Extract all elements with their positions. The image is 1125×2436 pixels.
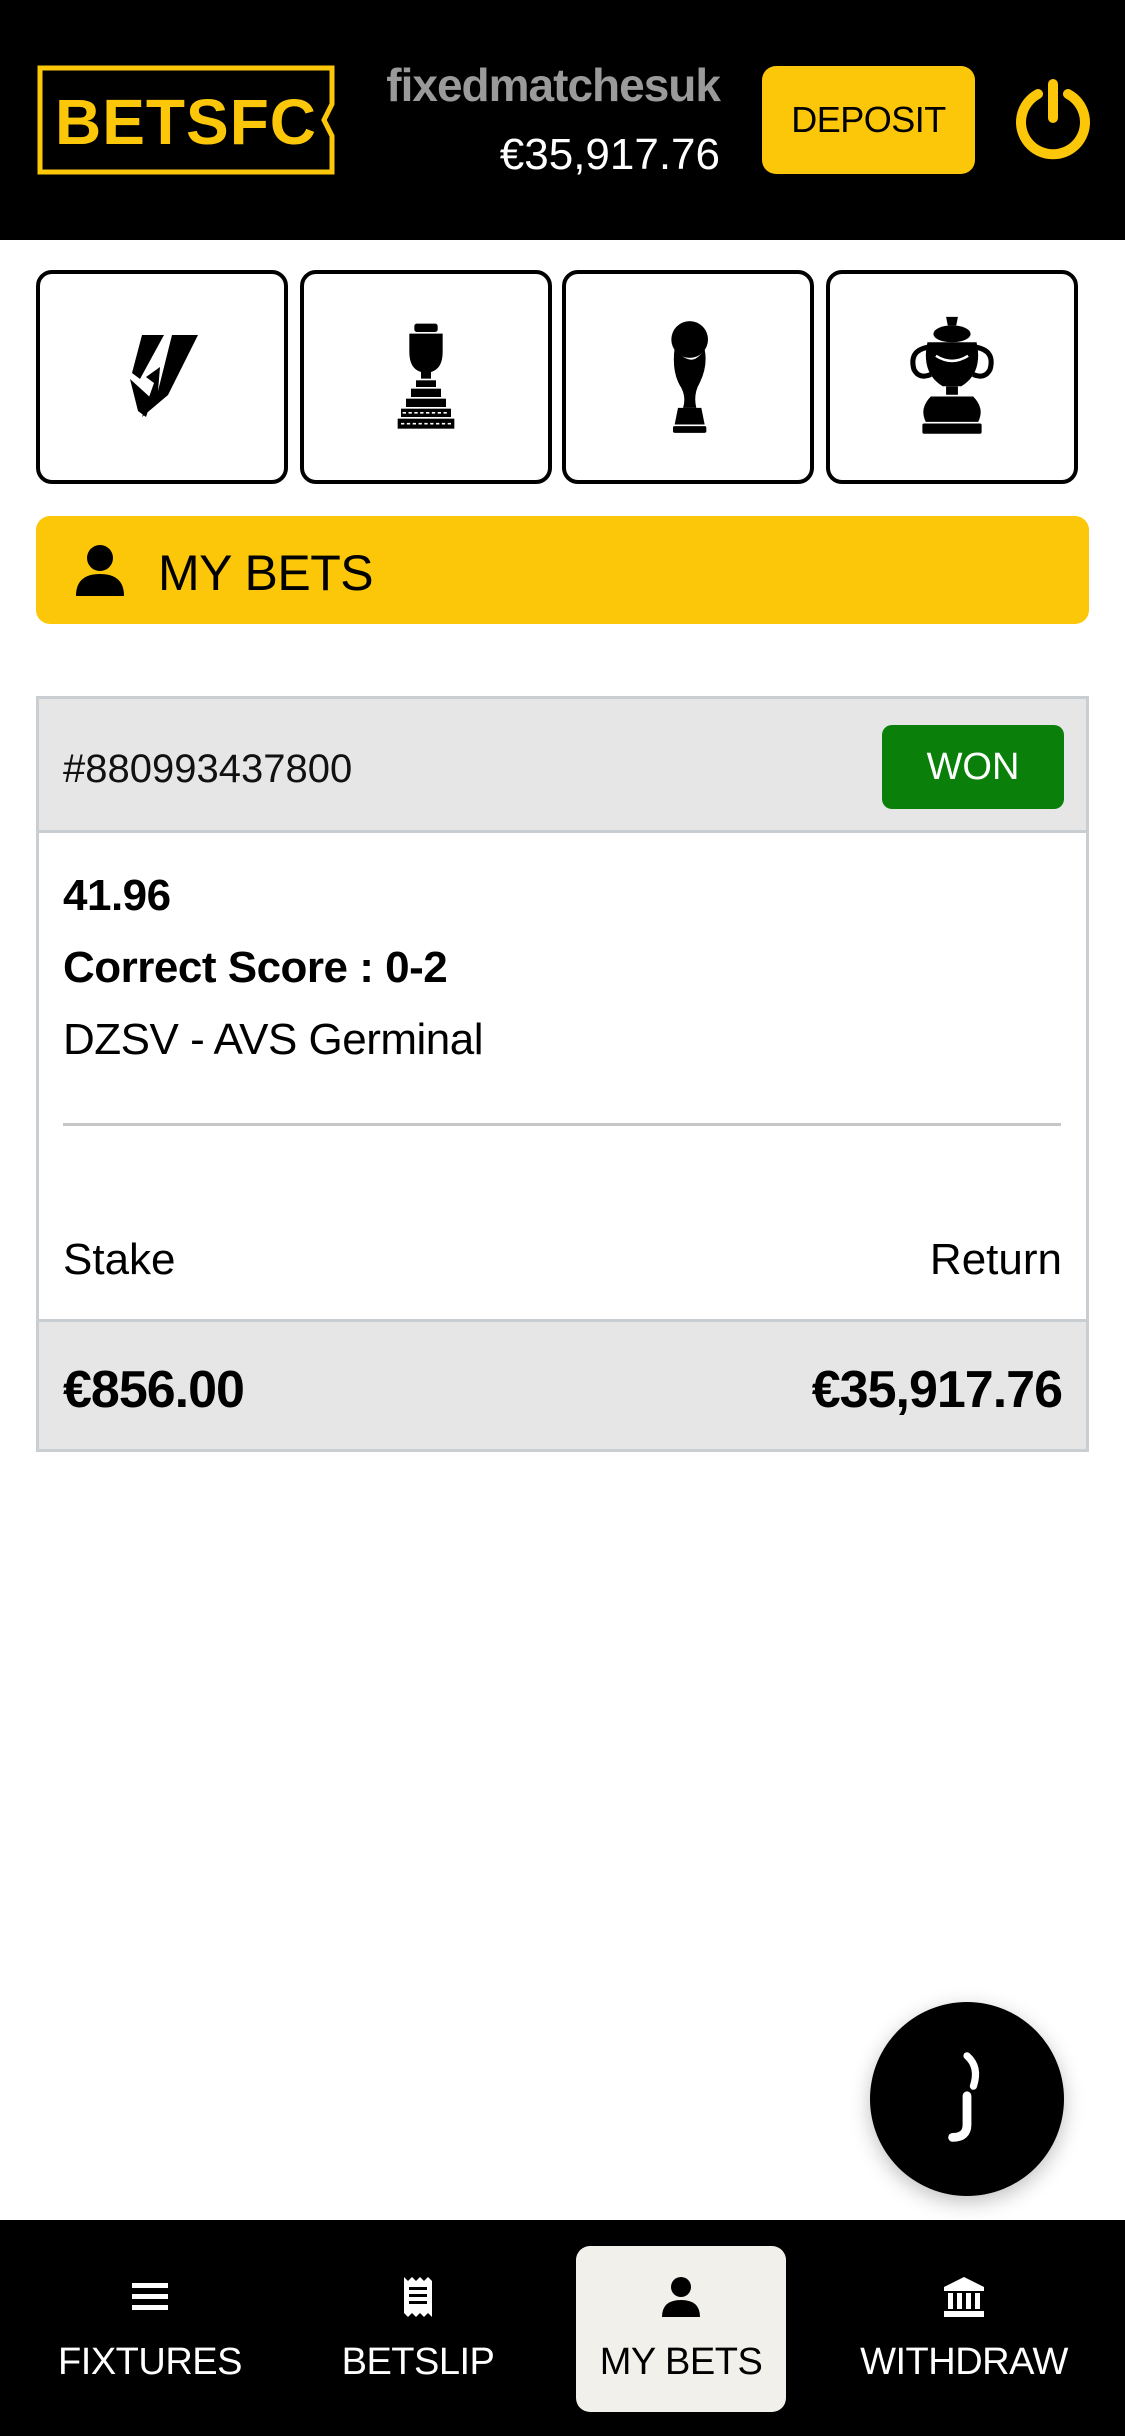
nav-fixtures-label: FIXTURES [58, 2340, 242, 2383]
competition-tiles [36, 270, 1089, 484]
laliga-icon [130, 335, 198, 417]
divider [63, 1123, 1061, 1126]
nav-my-bets-label: MY BETS [599, 2340, 763, 2383]
chat-support-icon [948, 2052, 980, 2142]
receipt-icon [404, 2276, 432, 2317]
tile-laliga[interactable] [36, 270, 288, 484]
nav-betslip[interactable]: BETSLIP [318, 2246, 518, 2412]
top-header: BETSFC fixedmatchesuk €35,917.76 DEPOSIT [0, 0, 1125, 240]
tile-copa-america[interactable] [300, 270, 552, 484]
bet-fixture: DZSV - AVS Germinal [63, 1015, 484, 1064]
power-icon[interactable] [1012, 78, 1094, 160]
bet-card[interactable]: #880993437800 WON 41.96 Correct Score : … [36, 696, 1089, 1452]
bet-id: #880993437800 [63, 747, 353, 791]
my-bets-banner: MY BETS [36, 516, 1089, 624]
page-title: MY BETS [158, 545, 374, 601]
copa-america-trophy-icon [397, 323, 455, 429]
logo-graphic: BETSFC [37, 65, 335, 175]
logo-text: BETSFC [55, 86, 317, 158]
bank-icon [944, 2276, 984, 2317]
tile-fa-cup[interactable] [826, 270, 1078, 484]
menu-icon [132, 2282, 168, 2310]
nav-betslip-label: BETSLIP [341, 2340, 495, 2383]
betsfc-logo[interactable]: BETSFC [36, 64, 336, 176]
chat-support-button[interactable] [870, 2002, 1064, 2196]
bet-card-footer: €856.00 €35,917.76 [39, 1319, 1086, 1449]
tile-world-cup[interactable] [562, 270, 814, 484]
nav-my-bets[interactable]: MY BETS [576, 2246, 786, 2412]
nav-fixtures[interactable]: FIXTURES [40, 2246, 260, 2412]
nav-withdraw-label: WITHDRAW [860, 2340, 1068, 2383]
bet-market: Correct Score : 0-2 [63, 943, 448, 992]
stake-label: Stake [63, 1235, 176, 1284]
return-label: Return [929, 1235, 1062, 1284]
return-value: €35,917.76 [811, 1361, 1063, 1419]
nav-withdraw[interactable]: WITHDRAW [854, 2246, 1074, 2412]
bottom-nav: FIXTURES BETSLIP MY BETS WITHDRAW [0, 2220, 1125, 2436]
user-icon [72, 542, 128, 598]
username: fixedmatchesuk [386, 59, 721, 111]
user-icon [662, 2276, 700, 2317]
deposit-button[interactable]: DEPOSIT [762, 66, 975, 174]
bet-card-header: #880993437800 WON [39, 699, 1086, 833]
bet-odds: 41.96 [63, 871, 171, 920]
fa-cup-trophy-icon [910, 316, 994, 434]
world-cup-trophy-icon [671, 321, 708, 433]
status-badge: WON [882, 725, 1064, 809]
stake-value: €856.00 [63, 1361, 245, 1419]
account-balance: €35,917.76 [499, 130, 720, 179]
